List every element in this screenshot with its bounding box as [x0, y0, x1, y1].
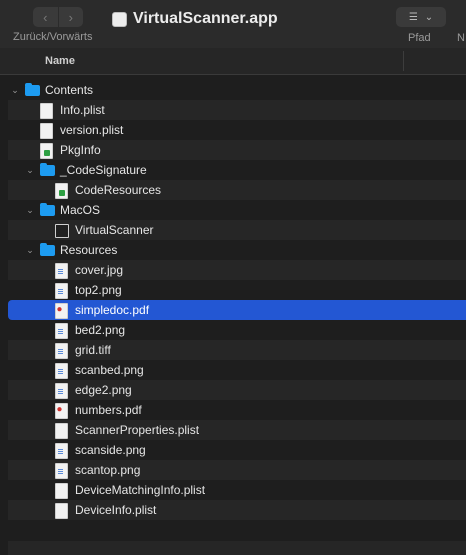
list-item[interactable]: numbers.pdf: [8, 400, 466, 420]
list-item-label: edge2.png: [75, 383, 132, 397]
disclosure-chevron-icon[interactable]: ⌄: [25, 240, 35, 260]
disclosure-chevron-icon[interactable]: ⌄: [25, 160, 35, 180]
package-file-icon: [40, 143, 53, 159]
list-item-label: _CodeSignature: [60, 163, 147, 177]
list-item[interactable]: Info.plist: [8, 100, 466, 120]
name-column-header[interactable]: Name: [45, 55, 75, 67]
window-title-text: VirtualScanner.app: [133, 10, 278, 27]
image-file-icon: [55, 383, 68, 399]
list-item-label: Contents: [45, 83, 94, 97]
list-item-label: grid.tiff: [75, 343, 111, 357]
folder-icon: [40, 243, 55, 256]
chevron-left-icon: ‹: [43, 9, 48, 25]
file-list: ⌄ Contents Info.plist version.plist PkgInfo ⌄…: [8, 80, 466, 520]
list-item-label: scanbed.png: [75, 363, 144, 377]
image-file-icon: [55, 363, 68, 379]
list-item-label: VirtualScanner: [75, 223, 154, 237]
list-item[interactable]: top2.png: [8, 280, 466, 300]
list-item-label: scantop.png: [75, 463, 141, 477]
list-item[interactable]: CodeResources: [8, 180, 466, 200]
folder-icon: [40, 203, 55, 216]
document-icon: [55, 503, 68, 519]
code-file-icon: [55, 183, 68, 199]
document-icon: [55, 483, 68, 499]
path-label: Pfad: [408, 32, 431, 44]
toolbar-cut-label: N: [457, 32, 465, 44]
list-item[interactable]: ⌄ Contents: [8, 80, 466, 100]
document-icon: [40, 103, 53, 119]
folder-icon: [25, 83, 40, 96]
app-icon: [112, 11, 127, 27]
list-item-label: DeviceMatchingInfo.plist: [75, 483, 206, 497]
disclosure-chevron-icon[interactable]: ⌄: [10, 80, 20, 100]
executable-icon: [55, 224, 69, 238]
list-item[interactable]: cover.jpg: [8, 260, 466, 280]
folder-icon: [40, 163, 55, 176]
list-item[interactable]: ⌄ Resources: [8, 240, 466, 260]
document-icon: [55, 423, 68, 439]
empty-list-row: [8, 541, 466, 555]
image-file-icon: [55, 323, 68, 339]
list-item-label: CodeResources: [75, 183, 162, 197]
list-header: Name: [0, 48, 466, 75]
window-title: VirtualScanner.app: [112, 10, 278, 28]
list-item-label: MacOS: [60, 203, 101, 217]
list-item[interactable]: edge2.png: [8, 380, 466, 400]
list-item[interactable]: grid.tiff: [8, 340, 466, 360]
list-item-label: scanside.png: [75, 443, 146, 457]
chevron-down-icon: ⌄: [424, 11, 434, 23]
list-item-label: Info.plist: [60, 103, 105, 117]
image-file-icon: [55, 463, 68, 479]
forward-button[interactable]: ›: [57, 7, 84, 27]
list-item[interactable]: DeviceMatchingInfo.plist: [8, 480, 466, 500]
list-item-label: simpledoc.pdf: [75, 303, 150, 317]
pdf-file-icon: [55, 303, 68, 319]
column-divider: [403, 51, 404, 71]
list-item[interactable]: DeviceInfo.plist: [8, 500, 466, 520]
toolbar: ‹ › Zurück/Vorwärts VirtualScanner.app ☰…: [0, 0, 466, 48]
list-item[interactable]: scantop.png: [8, 460, 466, 480]
navigation-label: Zurück/Vorwärts: [13, 31, 93, 43]
image-file-icon: [55, 283, 68, 299]
list-item[interactable]: simpledoc.pdf: [8, 300, 466, 320]
list-item-label: PkgInfo: [60, 143, 101, 157]
list-item[interactable]: ScannerProperties.plist: [8, 420, 466, 440]
list-item-label: bed2.png: [75, 323, 126, 337]
chevron-right-icon: ›: [68, 9, 73, 25]
list-item[interactable]: bed2.png: [8, 320, 466, 340]
list-item[interactable]: ⌄ _CodeSignature: [8, 160, 466, 180]
image-file-icon: [55, 443, 68, 459]
list-item-label: DeviceInfo.plist: [75, 503, 157, 517]
document-icon: [40, 123, 53, 139]
list-item[interactable]: ⌄ MacOS: [8, 200, 466, 220]
path-button[interactable]: ☰ ⌄: [396, 7, 446, 27]
disclosure-chevron-icon[interactable]: ⌄: [25, 200, 35, 220]
list-item-label: numbers.pdf: [75, 403, 142, 417]
list-item-label: version.plist: [60, 123, 124, 137]
image-file-icon: [55, 263, 68, 279]
list-icon: ☰: [408, 11, 418, 23]
pdf-file-icon: [55, 403, 68, 419]
list-item[interactable]: scanside.png: [8, 440, 466, 460]
list-item-label: top2.png: [75, 283, 122, 297]
list-item[interactable]: scanbed.png: [8, 360, 466, 380]
image-file-icon: [55, 343, 68, 359]
list-item-label: ScannerProperties.plist: [75, 423, 200, 437]
list-item[interactable]: version.plist: [8, 120, 466, 140]
list-item-label: cover.jpg: [75, 263, 124, 277]
list-item[interactable]: VirtualScanner: [8, 220, 466, 240]
list-item[interactable]: PkgInfo: [8, 140, 466, 160]
back-button[interactable]: ‹: [33, 7, 58, 27]
list-item-label: Resources: [60, 243, 118, 257]
navigation-controls: ‹ ›: [33, 7, 83, 27]
